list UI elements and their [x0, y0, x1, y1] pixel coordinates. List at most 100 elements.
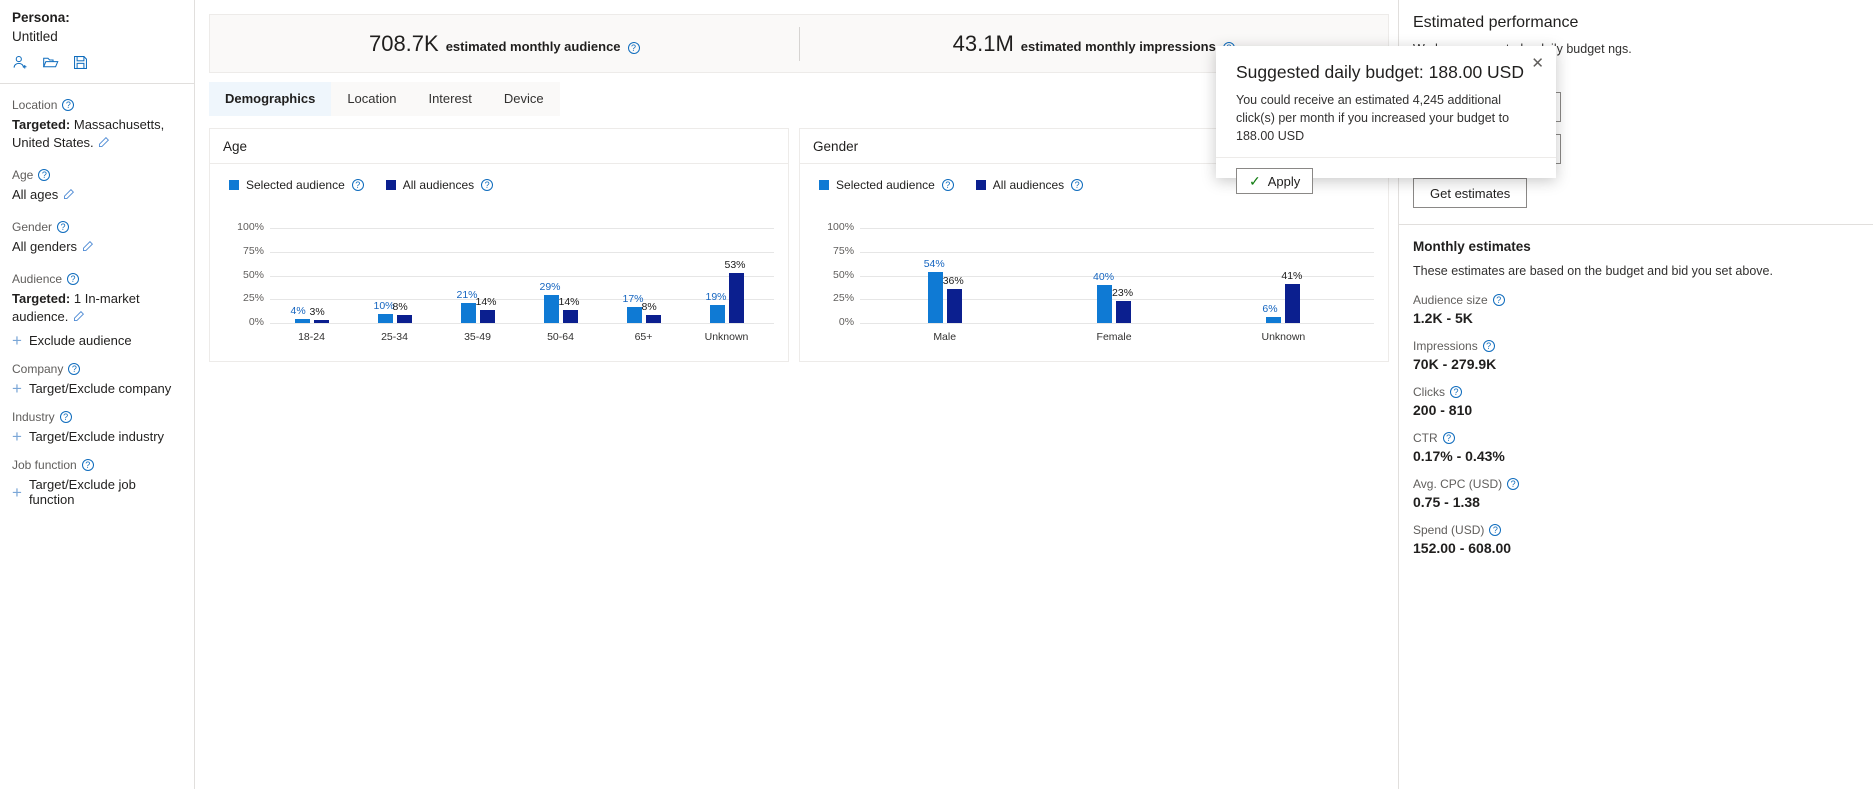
help-icon[interactable]: ? [60, 411, 72, 423]
estimate-label-text: Impressions [1413, 339, 1478, 353]
age-panel-header: Age [210, 129, 788, 164]
help-icon[interactable]: ? [1443, 432, 1455, 444]
help-icon[interactable]: ? [67, 273, 79, 285]
help-icon[interactable]: ? [1071, 179, 1083, 191]
chart-bar[interactable] [1097, 285, 1112, 323]
tab-device[interactable]: Device [488, 82, 560, 116]
age-panel-title: Age [223, 139, 247, 154]
chart-bar[interactable] [295, 319, 310, 323]
sidebar-group-company: Company ? + Target/Exclude company [12, 362, 182, 396]
estimate-spend: Spend (USD) ? 152.00 - 608.00 [1413, 523, 1859, 556]
metric-impressions-value: 43.1M [953, 31, 1014, 57]
y-axis-tick: 50% [816, 269, 854, 281]
bar-value-label: 8% [393, 301, 408, 313]
persona-label: Persona: [12, 10, 182, 25]
target-exclude-industry-label: Target/Exclude industry [29, 429, 164, 444]
estimate-label: Clicks ? [1413, 385, 1859, 399]
age-panel: Age Selected audience ? All audiences ? … [209, 128, 789, 362]
gridline [270, 323, 774, 324]
target-exclude-industry-button[interactable]: + Target/Exclude industry [12, 429, 182, 444]
plus-icon: + [12, 430, 22, 443]
estimate-label-text: Clicks [1413, 385, 1445, 399]
help-icon[interactable]: ? [1483, 340, 1495, 352]
suggested-budget-popup: ✕ Suggested daily budget: 188.00 USD You… [1216, 46, 1556, 178]
bar-value-label: 19% [706, 291, 727, 303]
metric-impressions-label: estimated monthly impressions [1021, 39, 1216, 54]
target-exclude-company-button[interactable]: + Target/Exclude company [12, 381, 182, 396]
chart-bar[interactable] [544, 295, 559, 323]
estimate-label-text: Spend (USD) [1413, 523, 1484, 537]
audience-value: Targeted: 1 In-market audience. [12, 290, 182, 328]
chart-bar[interactable] [627, 307, 642, 323]
exclude-audience-button[interactable]: + Exclude audience [12, 333, 182, 348]
apply-button[interactable]: ✓ Apply [1236, 168, 1313, 194]
help-icon[interactable]: ? [942, 179, 954, 191]
gridline [270, 299, 774, 300]
chart-bar[interactable] [646, 315, 661, 323]
chart-bar[interactable] [397, 315, 412, 323]
legend-all-audiences: All audiences ? [386, 178, 493, 192]
help-icon[interactable]: ? [1507, 478, 1519, 490]
chart-bar[interactable] [947, 289, 962, 323]
chart-bar[interactable] [1116, 301, 1131, 323]
help-icon[interactable]: ? [481, 179, 493, 191]
help-icon[interactable]: ? [1450, 386, 1462, 398]
bar-value-label: 14% [476, 296, 497, 308]
gender-label-text: Gender [12, 220, 52, 234]
help-icon[interactable]: ? [628, 42, 640, 54]
bar-value-label: 23% [1112, 287, 1133, 299]
close-icon[interactable]: ✕ [1531, 56, 1544, 71]
tab-location[interactable]: Location [331, 82, 412, 116]
age-label: Age ? [12, 168, 182, 182]
edit-pencil-icon[interactable] [97, 136, 110, 154]
help-icon[interactable]: ? [62, 99, 74, 111]
help-icon[interactable]: ? [1493, 294, 1505, 306]
help-icon[interactable]: ? [57, 221, 69, 233]
chart-bar[interactable] [729, 273, 744, 323]
open-folder-icon[interactable] [42, 54, 59, 71]
metrics-bar: 708.7K estimated monthly audience ? 43.1… [209, 14, 1389, 73]
tab-demographics[interactable]: Demographics [209, 82, 331, 116]
legend-selected-audience: Selected audience ? [229, 178, 364, 192]
legend-swatch-all [976, 180, 986, 190]
legend-swatch-all [386, 180, 396, 190]
chart-bar[interactable] [563, 310, 578, 323]
chart-bar[interactable] [710, 305, 725, 323]
estimate-label: Impressions ? [1413, 339, 1859, 353]
edit-pencil-icon[interactable] [81, 240, 94, 258]
bar-value-label: 40% [1093, 271, 1114, 283]
chart-bar[interactable] [928, 272, 943, 323]
legend-all-label: All audiences [403, 178, 474, 192]
gender-panel-title: Gender [813, 139, 858, 154]
save-icon[interactable] [72, 54, 89, 71]
help-icon[interactable]: ? [68, 363, 80, 375]
chart-bar[interactable] [314, 320, 329, 323]
help-icon[interactable]: ? [82, 459, 94, 471]
tab-interest[interactable]: Interest [412, 82, 487, 116]
target-exclude-job-function-button[interactable]: + Target/Exclude job function [12, 477, 182, 507]
edit-pencil-icon[interactable] [62, 188, 75, 206]
location-value-prefix: Targeted: [12, 117, 70, 132]
help-icon[interactable]: ? [352, 179, 364, 191]
chart-bar[interactable] [378, 314, 393, 324]
bar-value-label: 17% [623, 293, 644, 305]
help-icon[interactable]: ? [38, 169, 50, 181]
age-legend: Selected audience ? All audiences ? [210, 164, 788, 192]
estimate-ctr: CTR ? 0.17% - 0.43% [1413, 431, 1859, 464]
sidebar-divider [0, 83, 194, 84]
help-icon[interactable]: ? [1489, 524, 1501, 536]
age-panel-body: Selected audience ? All audiences ? 0%25… [210, 164, 788, 362]
gridline [270, 252, 774, 253]
edit-pencil-icon[interactable] [72, 310, 85, 328]
estimate-avg-cpc: Avg. CPC (USD) ? 0.75 - 1.38 [1413, 477, 1859, 510]
chart-bar[interactable] [480, 310, 495, 323]
chart-bar[interactable] [461, 303, 476, 323]
chart-bar[interactable] [1285, 284, 1300, 323]
add-persona-icon[interactable] [12, 54, 29, 71]
gender-label: Gender ? [12, 220, 182, 234]
subtitle-line2: ngs. [1608, 42, 1632, 56]
sidebar-group-industry: Industry ? + Target/Exclude industry [12, 410, 182, 444]
sidebar-group-audience: Audience ? Targeted: 1 In-market audienc… [12, 272, 182, 348]
chart-bar[interactable] [1266, 317, 1281, 323]
legend-swatch-selected [229, 180, 239, 190]
